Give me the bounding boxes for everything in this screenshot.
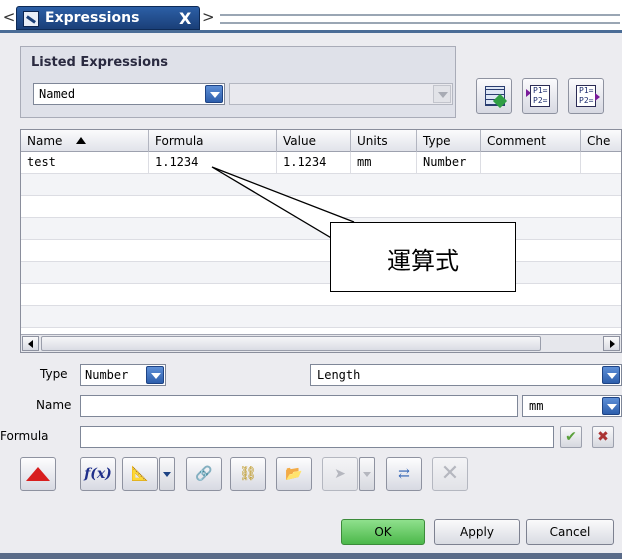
title-tab-bar: < Expressions X >: [0, 0, 622, 33]
empty-row: [21, 174, 621, 196]
column-header-units[interactable]: Units: [351, 130, 417, 152]
type-label: Type: [40, 367, 68, 381]
type-select[interactable]: Number: [80, 364, 166, 386]
expressions-table[interactable]: Name Formula Value Units Type Comment Ch…: [20, 129, 622, 353]
empty-row: [21, 306, 621, 328]
delete-button: ✕: [432, 457, 468, 491]
expressions-dialog: Listed Expressions Named P1= P2= P1= P2= N…: [0, 33, 622, 553]
column-header-comment[interactable]: Comment: [481, 130, 581, 152]
export-arrow-icon: [595, 93, 600, 101]
window-title: Expressions: [45, 10, 140, 26]
edit-links-button[interactable]: ⛓: [230, 457, 266, 491]
close-icon[interactable]: X: [179, 9, 191, 28]
cell-name: test: [21, 152, 149, 174]
apply-button[interactable]: Apply: [434, 519, 520, 545]
export-expressions-button[interactable]: P1= P2=: [568, 78, 604, 114]
table-header: Name Formula Value Units Type Comment Ch…: [21, 130, 621, 152]
rename-expression-button[interactable]: ⇄: [386, 457, 422, 491]
column-header-name[interactable]: Name: [21, 130, 149, 152]
function-button[interactable]: f(x): [80, 457, 116, 491]
name-input[interactable]: [80, 395, 518, 417]
chevron-down-icon[interactable]: [602, 397, 620, 415]
column-header-formula[interactable]: Formula: [149, 130, 277, 152]
cell-formula: 1.1234: [149, 152, 277, 174]
rename-icon: ⇄: [398, 466, 410, 482]
collapse-button[interactable]: [20, 457, 56, 491]
expressions-icon: [23, 11, 39, 27]
chevron-down-disabled-icon: [433, 85, 451, 103]
up-arrow-icon: [26, 467, 50, 481]
chevron-down-icon[interactable]: [602, 366, 620, 384]
formula-input[interactable]: [80, 426, 554, 448]
measure-options-dropdown[interactable]: [159, 457, 175, 491]
scroll-left-icon[interactable]: [22, 336, 39, 351]
listed-secondary-select: [229, 83, 453, 105]
empty-row: [21, 284, 621, 306]
name-label: Name: [36, 398, 72, 412]
function-fx-icon: f(x): [84, 466, 112, 482]
open-folder-button[interactable]: 📂: [276, 457, 312, 491]
cancel-button[interactable]: Cancel: [526, 519, 614, 545]
measure-ruler-icon: 📐: [131, 466, 149, 482]
delete-x-icon: ✕: [440, 461, 460, 486]
table-row[interactable]: test 1.1234 1.1234 mm Number: [21, 152, 621, 174]
export-expressions-icon: P1= P2=: [576, 85, 596, 107]
dimension-select[interactable]: Length: [310, 364, 622, 386]
column-header-check[interactable]: Che: [581, 130, 621, 152]
annotation-text: 運算式: [387, 247, 459, 275]
accept-check-icon[interactable]: ✔: [560, 426, 582, 448]
cell-check: [581, 152, 621, 174]
listed-filter-value: Named: [39, 87, 76, 101]
spreadsheet-edit-button[interactable]: [476, 78, 512, 114]
units-select-value: mm: [529, 399, 544, 413]
column-header-value[interactable]: Value: [277, 130, 351, 152]
title-divider: [220, 14, 620, 24]
create-interpart-link-button[interactable]: 🔗: [186, 457, 222, 491]
horizontal-scrollbar[interactable]: [21, 334, 621, 352]
empty-row: [21, 262, 621, 284]
listed-filter-select[interactable]: Named: [33, 83, 225, 105]
import-expressions-icon: P1= P2=: [530, 85, 550, 107]
bottom-border: [0, 553, 622, 559]
scroll-thumb[interactable]: [41, 336, 541, 351]
reject-x-icon[interactable]: ✖: [592, 426, 614, 448]
cell-type: Number: [417, 152, 481, 174]
previous-tab-arrow-icon[interactable]: <: [2, 7, 16, 27]
annotation-callout: 運算式: [330, 222, 516, 292]
dimension-select-value: Length: [317, 368, 361, 382]
type-select-value: Number: [85, 368, 129, 382]
empty-row: [21, 218, 621, 240]
formula-label: Formula: [0, 429, 49, 443]
import-expressions-button[interactable]: P1= P2=: [522, 78, 558, 114]
insert-arrow-icon: ➤: [334, 466, 346, 482]
sort-ascending-icon: [76, 137, 87, 144]
scroll-right-icon[interactable]: [603, 336, 620, 351]
insert-button: ➤: [322, 457, 358, 491]
folder-open-icon: 📂: [285, 466, 303, 482]
insert-options-dropdown: [359, 457, 375, 491]
cell-comment: [481, 152, 581, 174]
listed-expressions-group: Listed Expressions Named: [20, 46, 456, 118]
spreadsheet-edit-icon: [485, 86, 505, 106]
chevron-down-icon[interactable]: [205, 85, 223, 103]
chain-link-icon: 🔗: [195, 466, 213, 482]
units-select[interactable]: mm: [522, 395, 622, 417]
column-header-type[interactable]: Type: [417, 130, 481, 152]
empty-row: [21, 196, 621, 218]
listed-expressions-title: Listed Expressions: [31, 55, 168, 70]
link-edit-icon: ⛓: [239, 466, 257, 482]
next-tab-arrow-icon[interactable]: >: [202, 7, 216, 27]
cell-units: mm: [351, 152, 417, 174]
measure-button[interactable]: 📐: [122, 457, 158, 491]
cell-value: 1.1234: [277, 152, 351, 174]
chevron-down-icon[interactable]: [146, 366, 164, 384]
expressions-tab[interactable]: Expressions X: [16, 6, 200, 30]
empty-row: [21, 240, 621, 262]
ok-button[interactable]: OK: [341, 519, 425, 545]
